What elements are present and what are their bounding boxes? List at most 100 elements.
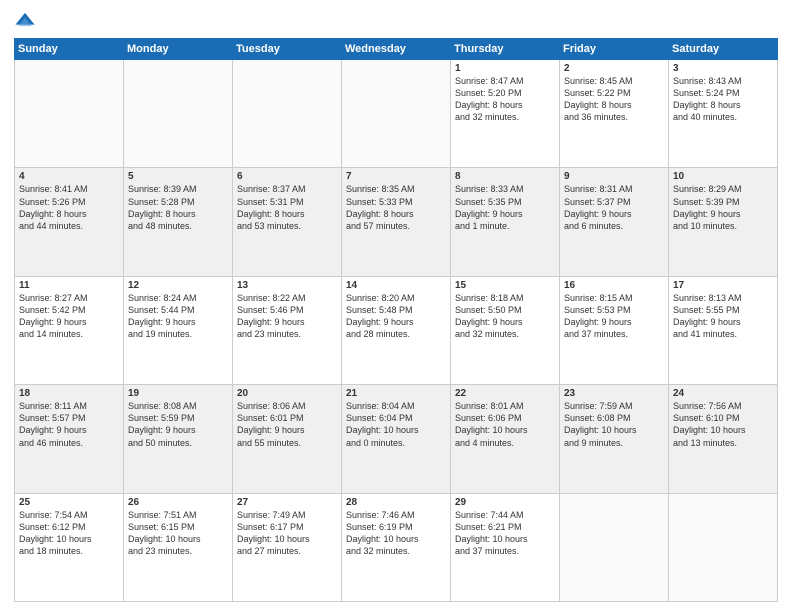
header-row: SundayMondayTuesdayWednesdayThursdayFrid… bbox=[15, 39, 778, 60]
logo-icon bbox=[14, 10, 36, 32]
day-info: Sunrise: 8:15 AMSunset: 5:53 PMDaylight:… bbox=[564, 292, 664, 341]
day-number: 13 bbox=[237, 280, 337, 291]
day-number: 18 bbox=[19, 388, 119, 399]
header bbox=[14, 10, 778, 32]
calendar: SundayMondayTuesdayWednesdayThursdayFrid… bbox=[14, 38, 778, 602]
calendar-cell: 20Sunrise: 8:06 AMSunset: 6:01 PMDayligh… bbox=[233, 385, 342, 493]
calendar-cell: 17Sunrise: 8:13 AMSunset: 5:55 PMDayligh… bbox=[669, 276, 778, 384]
calendar-cell bbox=[669, 493, 778, 601]
calendar-cell: 3Sunrise: 8:43 AMSunset: 5:24 PMDaylight… bbox=[669, 60, 778, 168]
calendar-cell bbox=[124, 60, 233, 168]
day-number: 29 bbox=[455, 497, 555, 508]
day-info: Sunrise: 8:24 AMSunset: 5:44 PMDaylight:… bbox=[128, 292, 228, 341]
day-number: 4 bbox=[19, 171, 119, 182]
day-info: Sunrise: 8:13 AMSunset: 5:55 PMDaylight:… bbox=[673, 292, 773, 341]
day-number: 11 bbox=[19, 280, 119, 291]
day-number: 8 bbox=[455, 171, 555, 182]
calendar-week-row: 1Sunrise: 8:47 AMSunset: 5:20 PMDaylight… bbox=[15, 60, 778, 168]
day-number: 19 bbox=[128, 388, 228, 399]
day-number: 27 bbox=[237, 497, 337, 508]
calendar-week-row: 18Sunrise: 8:11 AMSunset: 5:57 PMDayligh… bbox=[15, 385, 778, 493]
day-number: 14 bbox=[346, 280, 446, 291]
calendar-cell: 15Sunrise: 8:18 AMSunset: 5:50 PMDayligh… bbox=[451, 276, 560, 384]
day-of-week-header: Thursday bbox=[451, 39, 560, 60]
day-info: Sunrise: 8:18 AMSunset: 5:50 PMDaylight:… bbox=[455, 292, 555, 341]
calendar-cell: 5Sunrise: 8:39 AMSunset: 5:28 PMDaylight… bbox=[124, 168, 233, 276]
day-info: Sunrise: 8:29 AMSunset: 5:39 PMDaylight:… bbox=[673, 183, 773, 232]
calendar-cell: 12Sunrise: 8:24 AMSunset: 5:44 PMDayligh… bbox=[124, 276, 233, 384]
day-number: 10 bbox=[673, 171, 773, 182]
day-info: Sunrise: 8:06 AMSunset: 6:01 PMDaylight:… bbox=[237, 400, 337, 449]
calendar-week-row: 25Sunrise: 7:54 AMSunset: 6:12 PMDayligh… bbox=[15, 493, 778, 601]
calendar-cell: 14Sunrise: 8:20 AMSunset: 5:48 PMDayligh… bbox=[342, 276, 451, 384]
calendar-cell: 10Sunrise: 8:29 AMSunset: 5:39 PMDayligh… bbox=[669, 168, 778, 276]
calendar-cell: 25Sunrise: 7:54 AMSunset: 6:12 PMDayligh… bbox=[15, 493, 124, 601]
calendar-cell: 18Sunrise: 8:11 AMSunset: 5:57 PMDayligh… bbox=[15, 385, 124, 493]
calendar-cell bbox=[342, 60, 451, 168]
day-info: Sunrise: 7:59 AMSunset: 6:08 PMDaylight:… bbox=[564, 400, 664, 449]
day-info: Sunrise: 7:51 AMSunset: 6:15 PMDaylight:… bbox=[128, 509, 228, 558]
calendar-week-row: 11Sunrise: 8:27 AMSunset: 5:42 PMDayligh… bbox=[15, 276, 778, 384]
day-of-week-header: Tuesday bbox=[233, 39, 342, 60]
calendar-cell: 28Sunrise: 7:46 AMSunset: 6:19 PMDayligh… bbox=[342, 493, 451, 601]
calendar-cell: 6Sunrise: 8:37 AMSunset: 5:31 PMDaylight… bbox=[233, 168, 342, 276]
day-info: Sunrise: 8:20 AMSunset: 5:48 PMDaylight:… bbox=[346, 292, 446, 341]
calendar-cell: 21Sunrise: 8:04 AMSunset: 6:04 PMDayligh… bbox=[342, 385, 451, 493]
calendar-cell: 16Sunrise: 8:15 AMSunset: 5:53 PMDayligh… bbox=[560, 276, 669, 384]
day-info: Sunrise: 8:39 AMSunset: 5:28 PMDaylight:… bbox=[128, 183, 228, 232]
day-of-week-header: Sunday bbox=[15, 39, 124, 60]
day-number: 15 bbox=[455, 280, 555, 291]
day-number: 5 bbox=[128, 171, 228, 182]
day-of-week-header: Wednesday bbox=[342, 39, 451, 60]
calendar-cell: 1Sunrise: 8:47 AMSunset: 5:20 PMDaylight… bbox=[451, 60, 560, 168]
day-number: 16 bbox=[564, 280, 664, 291]
day-info: Sunrise: 8:11 AMSunset: 5:57 PMDaylight:… bbox=[19, 400, 119, 449]
calendar-cell: 9Sunrise: 8:31 AMSunset: 5:37 PMDaylight… bbox=[560, 168, 669, 276]
day-info: Sunrise: 8:35 AMSunset: 5:33 PMDaylight:… bbox=[346, 183, 446, 232]
day-of-week-header: Friday bbox=[560, 39, 669, 60]
day-number: 26 bbox=[128, 497, 228, 508]
day-info: Sunrise: 8:47 AMSunset: 5:20 PMDaylight:… bbox=[455, 75, 555, 124]
calendar-cell: 24Sunrise: 7:56 AMSunset: 6:10 PMDayligh… bbox=[669, 385, 778, 493]
day-info: Sunrise: 8:22 AMSunset: 5:46 PMDaylight:… bbox=[237, 292, 337, 341]
day-number: 28 bbox=[346, 497, 446, 508]
page: SundayMondayTuesdayWednesdayThursdayFrid… bbox=[0, 0, 792, 612]
day-number: 6 bbox=[237, 171, 337, 182]
calendar-cell: 29Sunrise: 7:44 AMSunset: 6:21 PMDayligh… bbox=[451, 493, 560, 601]
day-of-week-header: Saturday bbox=[669, 39, 778, 60]
day-number: 9 bbox=[564, 171, 664, 182]
calendar-cell: 4Sunrise: 8:41 AMSunset: 5:26 PMDaylight… bbox=[15, 168, 124, 276]
day-info: Sunrise: 7:54 AMSunset: 6:12 PMDaylight:… bbox=[19, 509, 119, 558]
calendar-cell: 26Sunrise: 7:51 AMSunset: 6:15 PMDayligh… bbox=[124, 493, 233, 601]
calendar-cell: 7Sunrise: 8:35 AMSunset: 5:33 PMDaylight… bbox=[342, 168, 451, 276]
day-number: 17 bbox=[673, 280, 773, 291]
calendar-cell: 2Sunrise: 8:45 AMSunset: 5:22 PMDaylight… bbox=[560, 60, 669, 168]
day-number: 25 bbox=[19, 497, 119, 508]
day-info: Sunrise: 7:46 AMSunset: 6:19 PMDaylight:… bbox=[346, 509, 446, 558]
day-number: 23 bbox=[564, 388, 664, 399]
day-info: Sunrise: 7:56 AMSunset: 6:10 PMDaylight:… bbox=[673, 400, 773, 449]
calendar-header: SundayMondayTuesdayWednesdayThursdayFrid… bbox=[15, 39, 778, 60]
calendar-cell bbox=[233, 60, 342, 168]
day-of-week-header: Monday bbox=[124, 39, 233, 60]
calendar-cell: 19Sunrise: 8:08 AMSunset: 5:59 PMDayligh… bbox=[124, 385, 233, 493]
day-number: 2 bbox=[564, 63, 664, 74]
calendar-cell: 8Sunrise: 8:33 AMSunset: 5:35 PMDaylight… bbox=[451, 168, 560, 276]
calendar-cell: 11Sunrise: 8:27 AMSunset: 5:42 PMDayligh… bbox=[15, 276, 124, 384]
day-number: 3 bbox=[673, 63, 773, 74]
day-info: Sunrise: 7:49 AMSunset: 6:17 PMDaylight:… bbox=[237, 509, 337, 558]
day-info: Sunrise: 8:43 AMSunset: 5:24 PMDaylight:… bbox=[673, 75, 773, 124]
day-number: 1 bbox=[455, 63, 555, 74]
day-number: 21 bbox=[346, 388, 446, 399]
day-number: 12 bbox=[128, 280, 228, 291]
day-number: 22 bbox=[455, 388, 555, 399]
day-number: 7 bbox=[346, 171, 446, 182]
day-info: Sunrise: 8:27 AMSunset: 5:42 PMDaylight:… bbox=[19, 292, 119, 341]
calendar-cell bbox=[15, 60, 124, 168]
calendar-body: 1Sunrise: 8:47 AMSunset: 5:20 PMDaylight… bbox=[15, 60, 778, 602]
day-info: Sunrise: 8:31 AMSunset: 5:37 PMDaylight:… bbox=[564, 183, 664, 232]
calendar-cell: 27Sunrise: 7:49 AMSunset: 6:17 PMDayligh… bbox=[233, 493, 342, 601]
day-info: Sunrise: 8:41 AMSunset: 5:26 PMDaylight:… bbox=[19, 183, 119, 232]
calendar-week-row: 4Sunrise: 8:41 AMSunset: 5:26 PMDaylight… bbox=[15, 168, 778, 276]
day-number: 24 bbox=[673, 388, 773, 399]
